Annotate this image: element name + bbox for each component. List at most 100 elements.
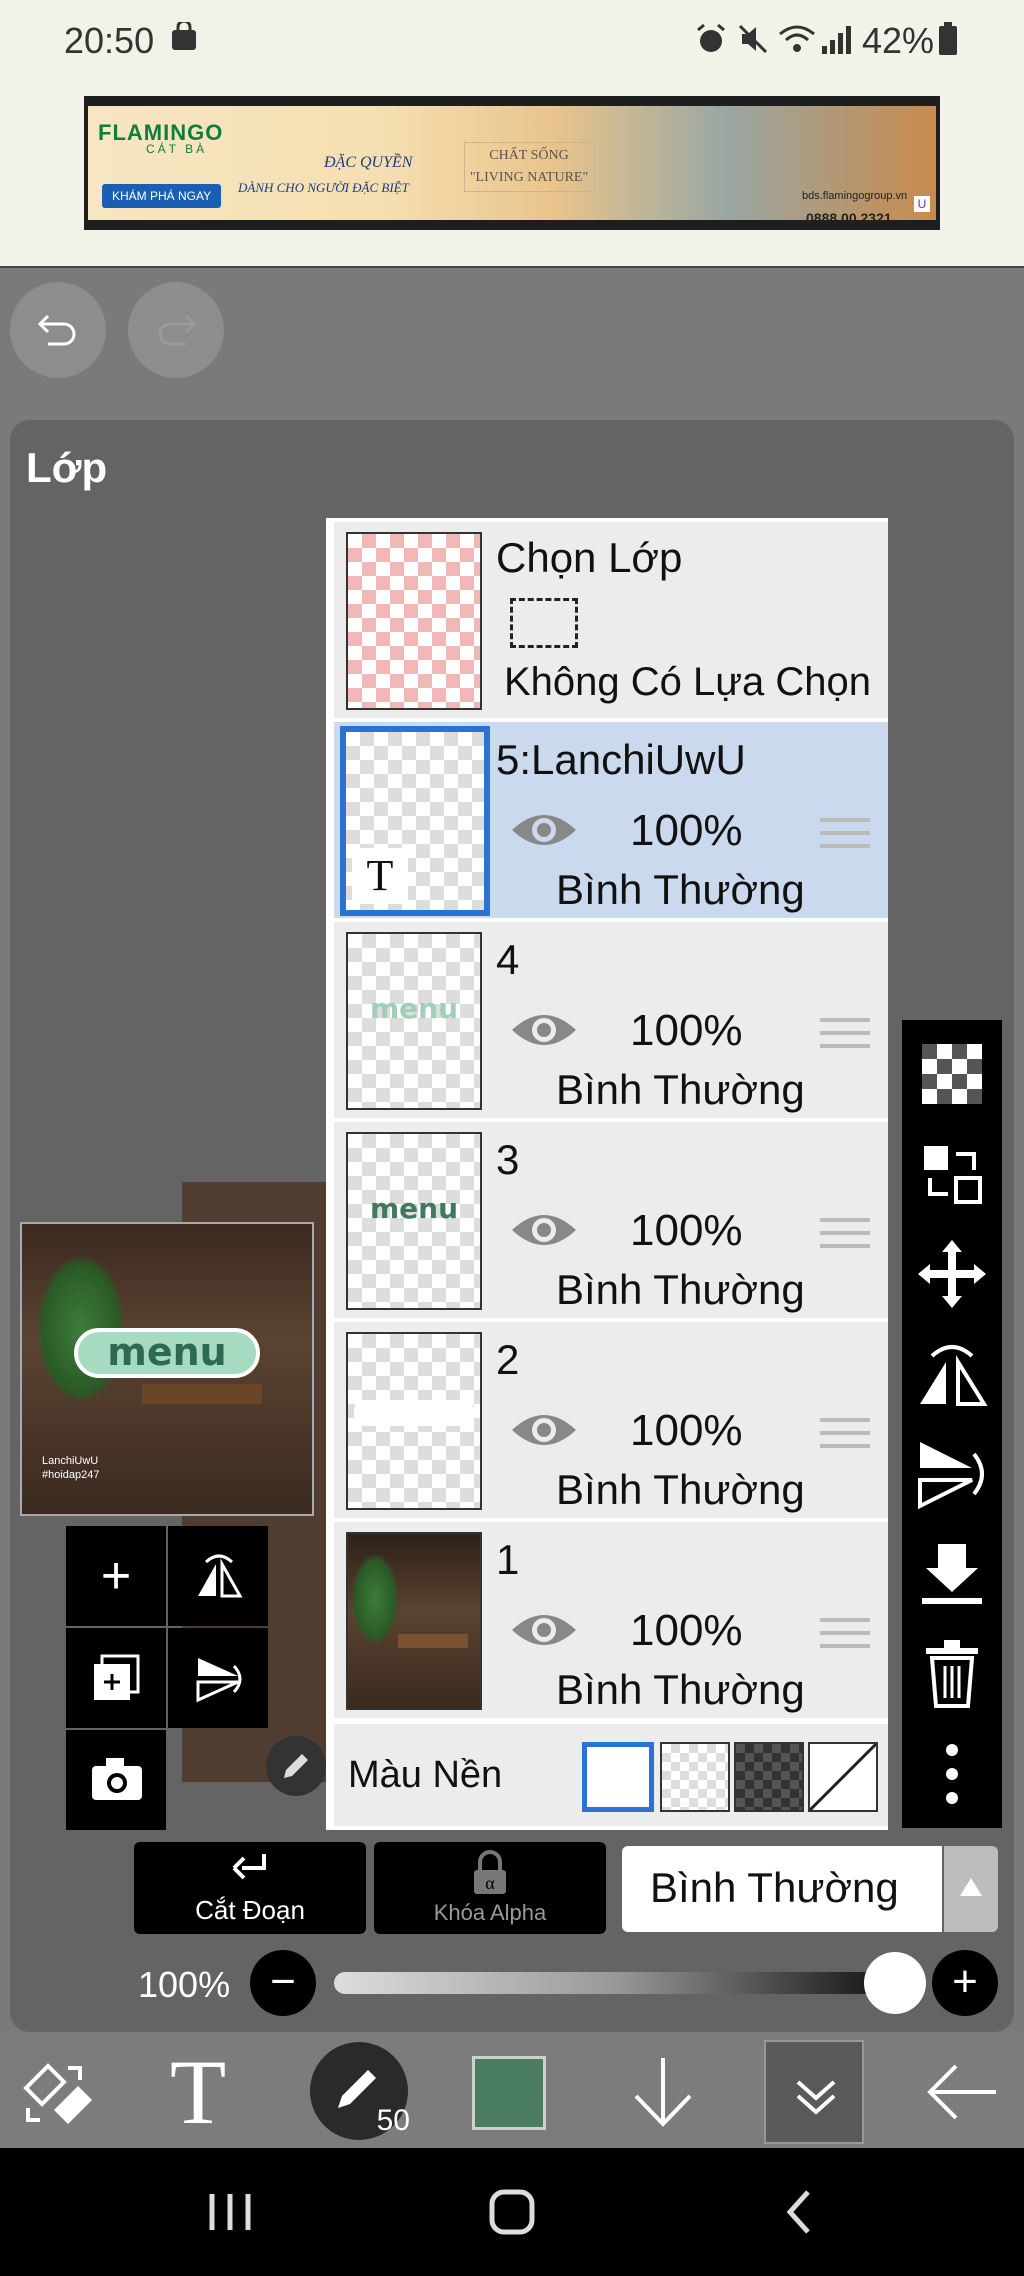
background-color-row: Màu Nền (334, 1724, 888, 1826)
layer-name: 1 (496, 1536, 520, 1583)
drag-handle-icon[interactable] (820, 818, 870, 852)
back-arrow-icon[interactable] (924, 2060, 1000, 2124)
wifi-icon (778, 22, 816, 64)
visibility-eye-icon[interactable] (508, 1006, 580, 1054)
svg-text:α: α (485, 1873, 495, 1893)
flip-horizontal-button[interactable] (168, 1526, 268, 1626)
drag-handle-icon[interactable] (820, 1418, 870, 1452)
thumbnail-table (398, 1634, 468, 1648)
background-light-checker-swatch[interactable] (660, 1742, 730, 1812)
clipping-button[interactable]: Cắt Đoạn (134, 1842, 366, 1934)
undo-icon (37, 314, 76, 346)
layer-thumbnail[interactable] (346, 1532, 482, 1710)
layer-name: 3 (496, 1136, 520, 1183)
layer-row-5[interactable]: T 5:LanchiUwU 100% Bình Thường (334, 722, 888, 918)
layer-list: Chọn Lớp Không Có Lựa Chọn T 5:LanchiUwU… (326, 518, 888, 1830)
opacity-decrease-button[interactable]: − (250, 1950, 316, 2016)
visibility-eye-icon[interactable] (508, 1606, 580, 1654)
layer-opacity: 100% (630, 1406, 743, 1455)
panel-title: Lớp (26, 444, 108, 491)
selection-status: Không Có Lựa Chọn (504, 660, 872, 704)
layer-thumbnail[interactable]: menu (346, 1132, 482, 1310)
drag-handle-icon[interactable] (820, 1618, 870, 1652)
transparency-checker-icon[interactable] (912, 1034, 992, 1114)
edit-layer-button[interactable] (266, 1736, 326, 1796)
selection-thumbnail (346, 532, 482, 710)
opacity-increase-button[interactable]: + (932, 1950, 998, 2016)
background-white-swatch[interactable] (582, 1742, 654, 1812)
preview-credit-tag: #hoidap247 (42, 1469, 100, 1481)
preview-credit: LanchiUwU #hoidap247 (42, 1454, 100, 1482)
clipping-arrow-icon (232, 1854, 266, 1880)
blend-mode-dropdown-button[interactable] (944, 1846, 998, 1932)
trash-icon[interactable] (912, 1634, 992, 1714)
text-tool-button[interactable]: T (170, 2042, 226, 2154)
thumbnail-white-band (354, 1400, 474, 1426)
ad-banner[interactable]: FLAMINGO CÁT BÀ KHÁM PHÁ NGAY ĐẶC QUYỀN … (84, 96, 940, 230)
more-options-icon[interactable] (912, 1734, 992, 1814)
layer-row-2[interactable]: 2 100% Bình Thường (334, 1322, 888, 1518)
opacity-slider-knob[interactable] (864, 1952, 926, 2014)
layer-thumbnail[interactable] (346, 1332, 482, 1510)
background-dark-checker-swatch[interactable] (734, 1742, 804, 1812)
slash-icon (808, 1742, 878, 1812)
triangle-up-icon (960, 1878, 982, 1896)
background-none-swatch[interactable] (808, 1742, 878, 1812)
ad-subline: DÀNH CHO NGƯỜI ĐẶC BIỆT (238, 180, 409, 195)
alpha-lock-button[interactable]: α Khóa Alpha (374, 1842, 606, 1934)
layer-blend-mode: Bình Thường (556, 1066, 805, 1113)
layer-thumbnail[interactable]: T (340, 726, 490, 916)
layer-row-3[interactable]: menu 3 100% Bình Thường (334, 1122, 888, 1318)
ad-headline: ĐẶC QUYỀN (324, 154, 413, 171)
layer-name: 4 (496, 936, 520, 983)
layer-name: 2 (496, 1336, 520, 1383)
blend-mode-select[interactable]: Bình Thường (622, 1846, 942, 1932)
flip-vertical-icon[interactable] (912, 1434, 992, 1514)
add-layer-button[interactable]: + (66, 1526, 166, 1626)
ad-area: FLAMINGO CÁT BÀ KHÁM PHÁ NGAY ĐẶC QUYỀN … (0, 84, 1024, 268)
ad-image[interactable]: FLAMINGO CÁT BÀ KHÁM PHÁ NGAY ĐẶC QUYỀN … (88, 106, 936, 226)
layer-row-1[interactable]: 1 100% Bình Thường (334, 1522, 888, 1718)
ad-choices-icon[interactable]: U (914, 196, 930, 212)
layer-row-4[interactable]: menu 4 100% Bình Thường (334, 922, 888, 1118)
flip-vertical-button[interactable] (168, 1628, 268, 1728)
redo-button[interactable] (128, 282, 224, 378)
drag-handle-icon[interactable] (820, 1218, 870, 1252)
main-toolbar: T 50 (0, 2036, 1024, 2148)
layer-thumbnail[interactable]: menu (346, 932, 482, 1110)
arrow-down-icon[interactable] (628, 2052, 698, 2132)
thumbnail-menu-word: menu (369, 992, 459, 1025)
alpha-lock-label: Khóa Alpha (433, 1900, 547, 1925)
transform-eraser-icon[interactable] (18, 2058, 98, 2128)
drag-handle-icon[interactable] (820, 1018, 870, 1052)
visibility-eye-icon[interactable] (508, 806, 580, 854)
duplicate-layer-button[interactable] (66, 1628, 166, 1728)
redo-icon (158, 314, 197, 346)
ad-cta-button[interactable]: KHÁM PHÁ NGAY (102, 184, 222, 208)
layer-name: 5:LanchiUwU (496, 736, 746, 783)
ad-website: bds.flamingogroup.vn (802, 190, 908, 202)
ad-tagline: CHẤT SỐNG "LIVING NATURE" (464, 142, 594, 192)
color-swatch-button[interactable] (472, 2056, 546, 2130)
layer-blend-mode: Bình Thường (556, 1466, 805, 1513)
layer-transfer-icon[interactable] (912, 1134, 992, 1214)
move-icon[interactable] (912, 1234, 992, 1314)
selection-layer-row[interactable]: Chọn Lớp Không Có Lựa Chọn (334, 522, 888, 718)
opacity-slider-track[interactable] (334, 1972, 894, 1994)
layer-opacity: 100% (630, 806, 743, 855)
camera-import-button[interactable] (66, 1730, 166, 1830)
recent-apps-icon[interactable] (200, 2182, 260, 2242)
battery-icon (938, 22, 958, 64)
undo-button[interactable] (10, 282, 106, 378)
visibility-eye-icon[interactable] (508, 1206, 580, 1254)
home-icon[interactable] (482, 2182, 542, 2242)
visibility-eye-icon[interactable] (508, 1406, 580, 1454)
canvas-preview[interactable]: menu LanchiUwU #hoidap247 (20, 1222, 314, 1516)
merge-down-icon[interactable] (912, 1534, 992, 1614)
back-icon[interactable] (770, 2182, 830, 2242)
brush-tool-button[interactable]: 50 (310, 2042, 410, 2140)
plus-icon: + (100, 1547, 132, 1605)
collapse-panel-button[interactable] (764, 2040, 864, 2144)
flip-horizontal-icon[interactable] (912, 1334, 992, 1414)
preview-table (142, 1384, 262, 1404)
